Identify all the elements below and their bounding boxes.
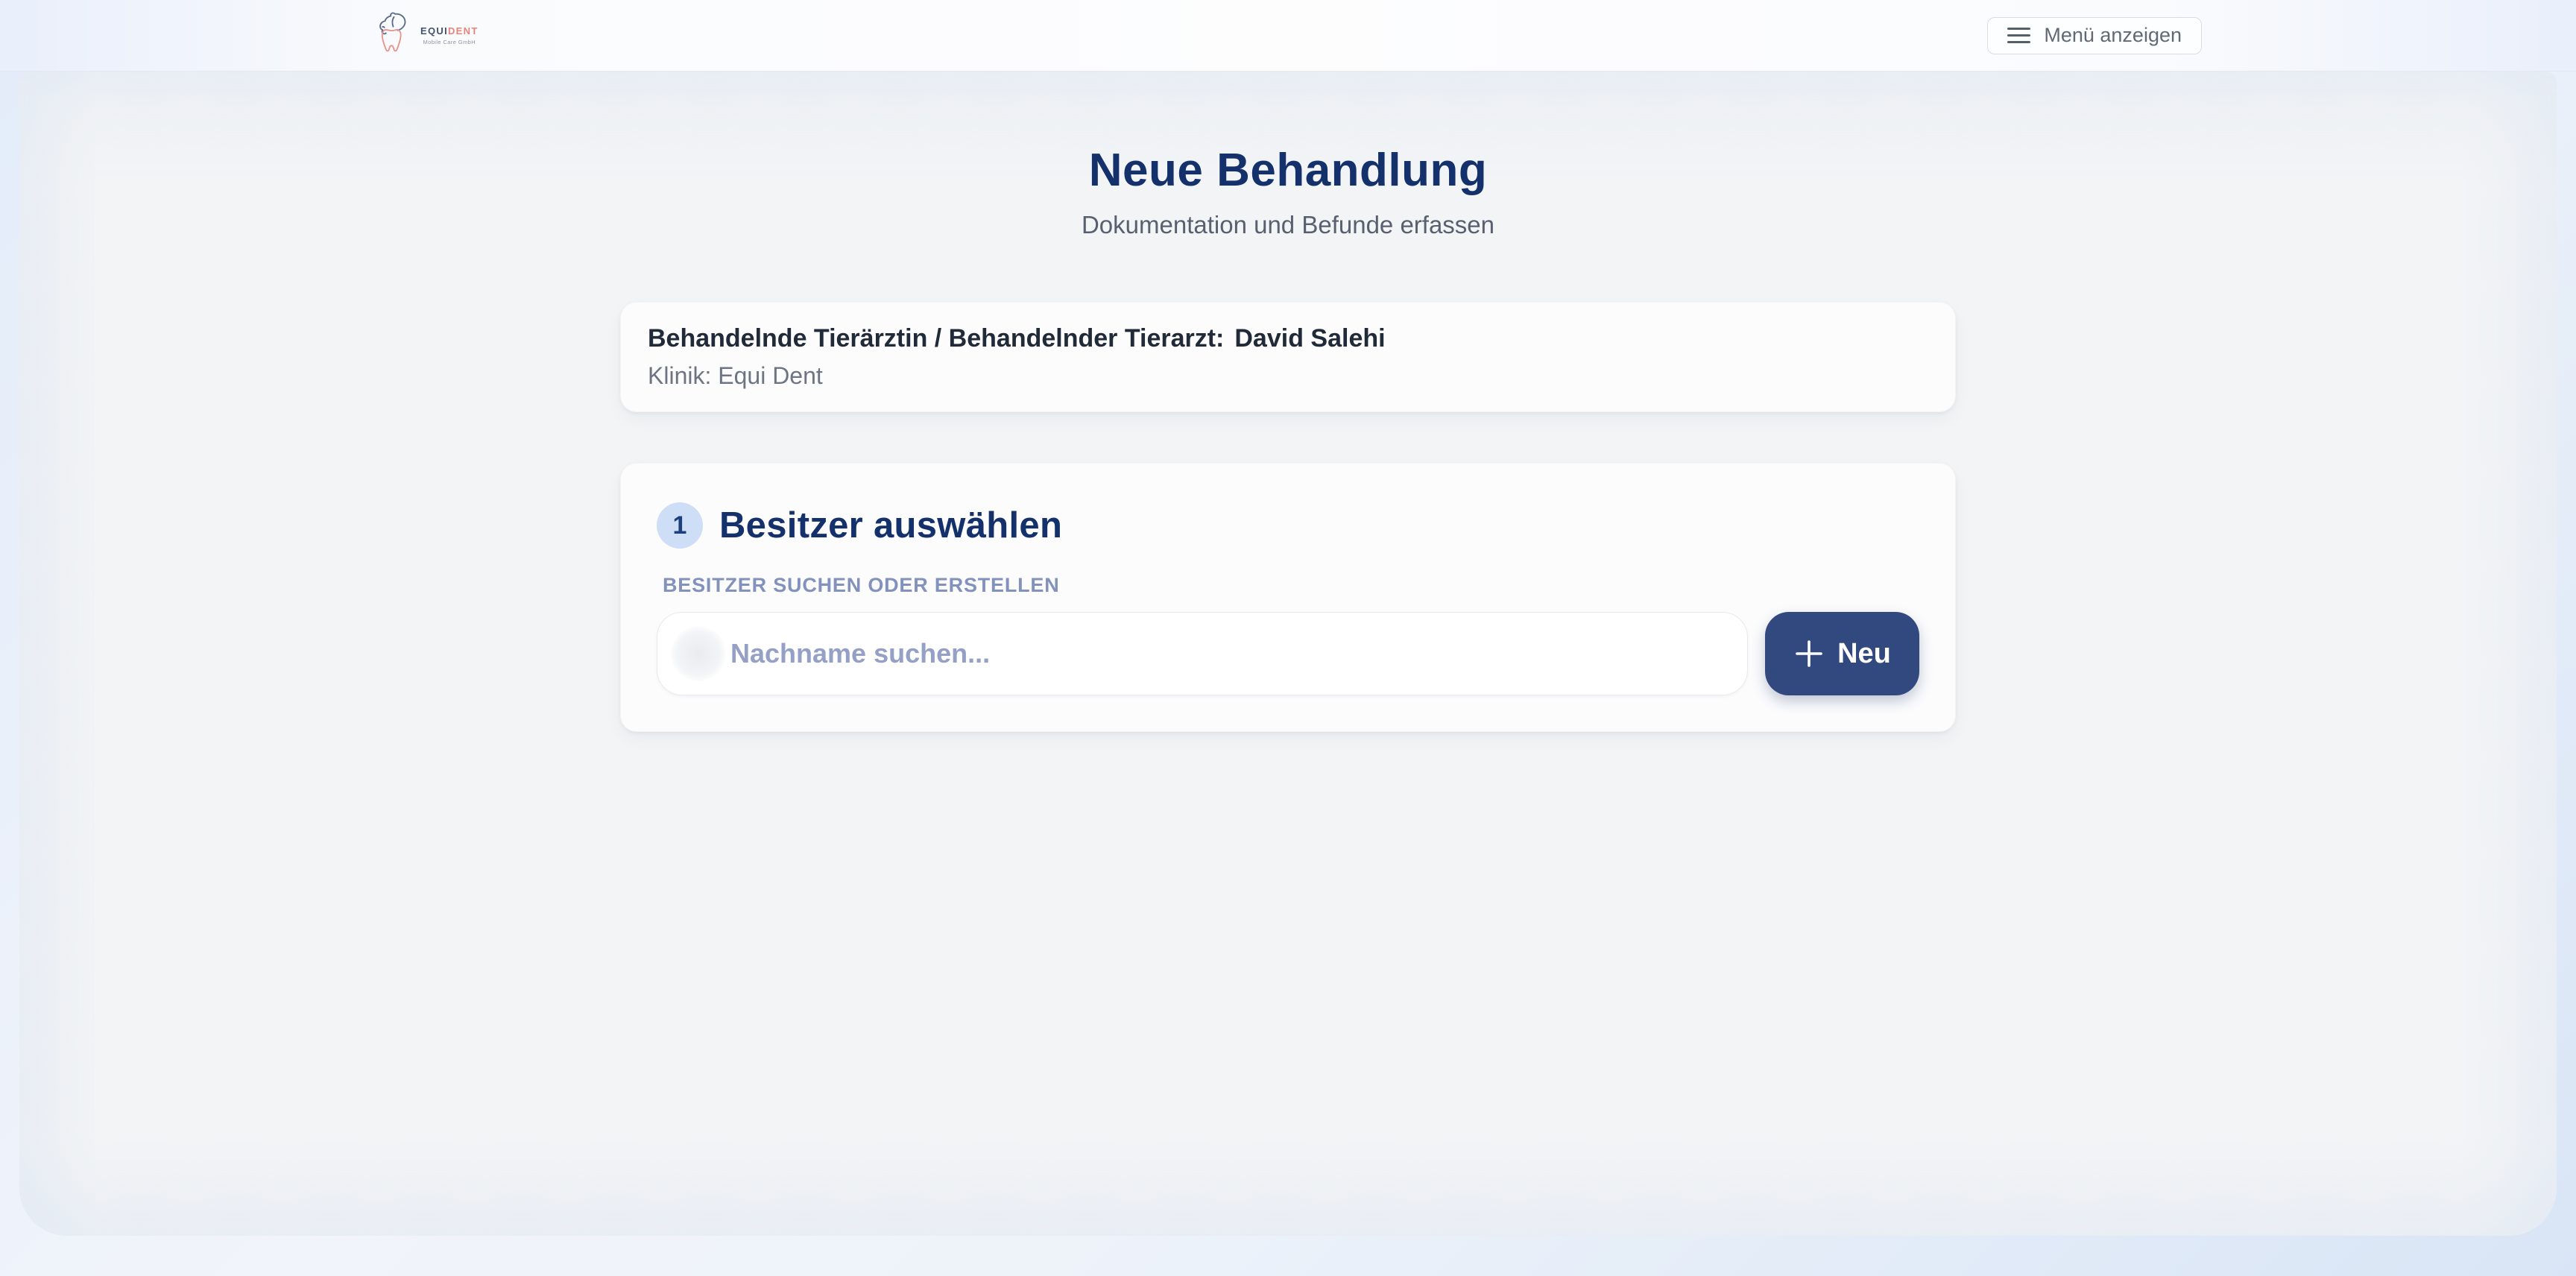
owner-search-label: BESITZER SUCHEN ODER ERSTELLEN: [663, 574, 1919, 597]
menu-button-label: Menü anzeigen: [2044, 24, 2182, 47]
practitioner-name: David Salehi: [1234, 324, 1385, 353]
new-owner-button[interactable]: Neu: [1765, 612, 1919, 695]
show-menu-button[interactable]: Menü anzeigen: [1987, 17, 2202, 54]
app-header: EQUIDENT Mobile Care GmbH Menü anzeigen: [0, 0, 2576, 72]
brand-tagline: Mobile Care GmbH: [423, 39, 476, 45]
header-container: EQUIDENT Mobile Care GmbH Menü anzeigen: [374, 0, 2202, 71]
brand-name: EQUIDENT: [420, 25, 479, 37]
main-content-panel: Neue Behandlung Dokumentation und Befund…: [19, 72, 2557, 1236]
owner-search-box: [657, 612, 1748, 695]
brand-logo[interactable]: EQUIDENT Mobile Care GmbH: [374, 12, 479, 59]
clinic-line: Klinik: Equi Dent: [648, 362, 1928, 390]
search-icon: [671, 626, 726, 681]
step-number-badge: 1: [657, 502, 703, 549]
practitioner-label: Behandelnde Tierärztin / Behandelnder Ti…: [648, 324, 1224, 353]
step-header: 1 Besitzer auswählen: [657, 502, 1919, 549]
content-column: Behandelnde Tierärztin / Behandelnder Ti…: [620, 302, 1956, 732]
practitioner-card: Behandelnde Tierärztin / Behandelnder Ti…: [620, 302, 1956, 412]
owner-search-row: Neu: [657, 612, 1919, 695]
plus-icon: [1793, 638, 1825, 669]
practitioner-line: Behandelnde Tierärztin / Behandelnder Ti…: [648, 324, 1928, 353]
page-subtitle: Dokumentation und Befunde erfassen: [19, 211, 2557, 239]
brand-wordmark: EQUIDENT Mobile Care GmbH: [420, 25, 479, 45]
horse-tooth-logo-icon: [374, 12, 408, 59]
step-title: Besitzer auswählen: [719, 505, 1062, 546]
page-title: Neue Behandlung: [19, 72, 2557, 198]
owner-select-card: 1 Besitzer auswählen BESITZER SUCHEN ODE…: [620, 463, 1956, 732]
owner-lastname-search-input[interactable]: [657, 613, 1747, 695]
new-owner-button-label: Neu: [1837, 638, 1891, 670]
hamburger-icon: [2007, 28, 2030, 44]
